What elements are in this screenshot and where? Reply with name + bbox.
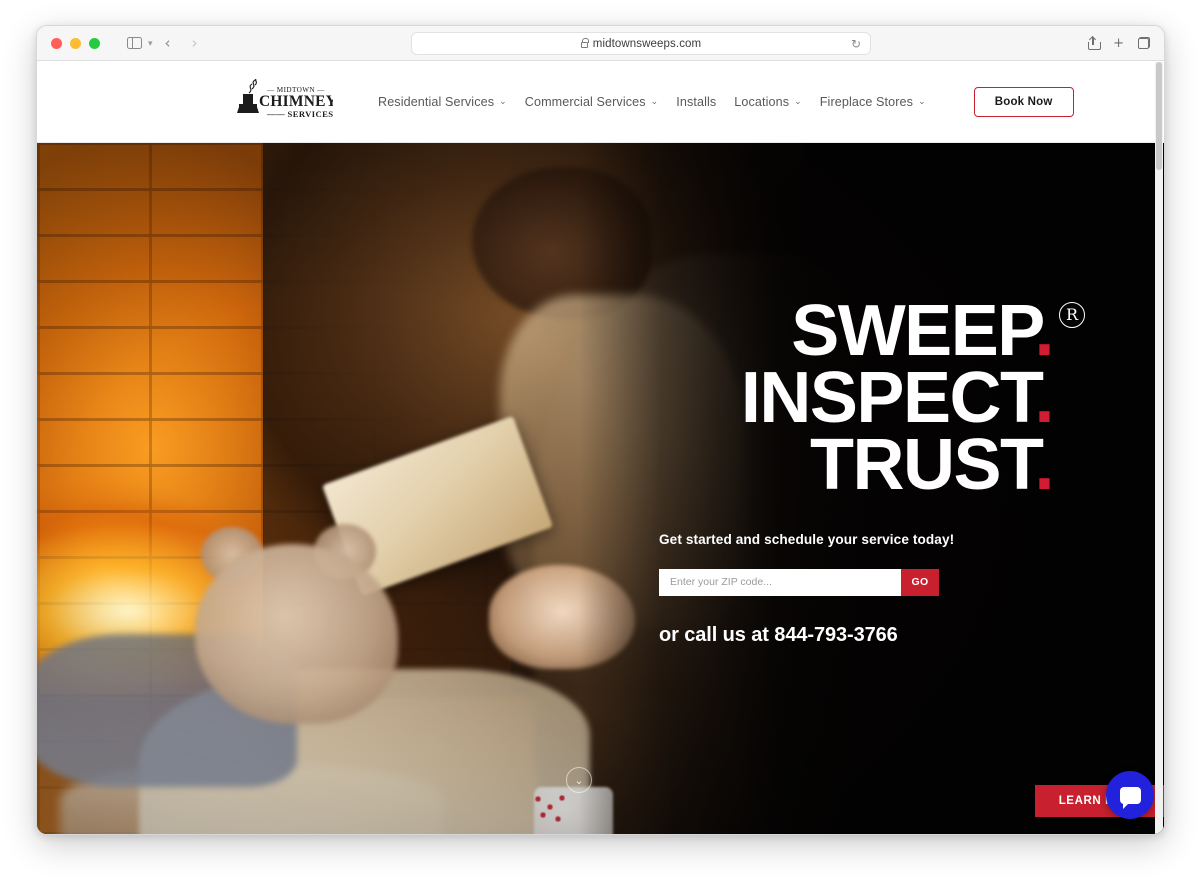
chevron-down-icon: ⌄: [794, 96, 802, 106]
chevron-down-icon: ⌄: [918, 96, 926, 106]
toolbar-left-controls: ▾ ‹ ›: [122, 32, 207, 54]
headline-word: TRUST: [809, 424, 1036, 505]
hero-headline: SWEEP. INSPECT. TRUST. R: [659, 295, 1089, 501]
nav-item-residential-services[interactable]: Residential Services ⌄: [378, 95, 507, 109]
url-text: midtownsweeps.com: [592, 37, 702, 50]
hero-phone-text[interactable]: or call us at 844-793-3766: [659, 624, 1089, 647]
hero-content: SWEEP. INSPECT. TRUST. R Get started and…: [659, 295, 1089, 647]
headline-line-2: INSPECT.: [659, 362, 1089, 434]
new-tab-button[interactable]: +: [1113, 36, 1124, 51]
page-scrollbar[interactable]: [1155, 62, 1163, 834]
maximize-window-button[interactable]: [89, 37, 100, 49]
share-arrow-part: [1089, 35, 1097, 43]
site-header: — MIDTOWN — CHIMNEY —— SERVICES —— Resid…: [37, 61, 1164, 143]
nav-item-installs[interactable]: Installs: [676, 95, 716, 109]
share-icon[interactable]: [1088, 35, 1102, 50]
page-viewport: — MIDTOWN — CHIMNEY —— SERVICES —— Resid…: [37, 61, 1164, 834]
nav-label: Locations: [734, 94, 790, 109]
address-bar[interactable]: midtownsweeps.com ↻: [411, 32, 871, 55]
svg-text:CHIMNEY: CHIMNEY: [259, 93, 333, 110]
chevron-down-icon[interactable]: ▾: [148, 38, 153, 49]
chat-widget-button[interactable]: [1106, 771, 1154, 819]
browser-window: ▾ ‹ › midtownsweeps.com ↻ + — MIDTOWN — …: [36, 25, 1165, 835]
hero-section: SWEEP. INSPECT. TRUST. R Get started and…: [37, 143, 1164, 834]
nav-item-commercial-services[interactable]: Commercial Services ⌄: [525, 95, 659, 109]
registered-trademark-icon: R: [1059, 302, 1085, 328]
zip-code-form: GO: [659, 568, 939, 596]
forward-arrow-icon: ›: [191, 33, 198, 52]
nav-label: Commercial Services: [524, 94, 646, 109]
headline-line-3: TRUST.: [659, 429, 1089, 501]
minimize-window-button[interactable]: [70, 37, 81, 49]
nav-item-locations[interactable]: Locations ⌄: [734, 95, 801, 109]
chat-bubble-icon: [1119, 786, 1141, 809]
site-logo[interactable]: — MIDTOWN — CHIMNEY —— SERVICES ——: [237, 78, 333, 125]
book-now-button[interactable]: Book Now: [973, 86, 1074, 117]
nav-label: Fireplace Stores: [819, 94, 914, 109]
headline-line-1: SWEEP.: [659, 295, 1089, 367]
main-navigation: Residential Services ⌄ Commercial Servic…: [378, 86, 1074, 117]
reload-icon[interactable]: ↻: [851, 37, 861, 51]
chevron-down-icon: ⌄: [574, 773, 584, 787]
back-button[interactable]: ‹: [156, 32, 180, 54]
lock-icon: [580, 37, 589, 48]
close-window-button[interactable]: [51, 37, 62, 49]
nav-label: Residential Services: [378, 94, 495, 109]
zip-code-input[interactable]: [659, 568, 901, 596]
window-controls: [51, 37, 100, 49]
nav-label: Installs: [676, 94, 717, 109]
scroll-down-button[interactable]: ⌄: [566, 767, 592, 793]
chevron-down-icon: ⌄: [499, 96, 507, 106]
tab-overview-icon[interactable]: [1138, 37, 1150, 49]
hero-subheading: Get started and schedule your service to…: [659, 531, 955, 547]
zip-submit-button[interactable]: GO: [901, 568, 939, 596]
toolbar-right-controls: +: [1088, 35, 1150, 51]
nav-item-fireplace-stores[interactable]: Fireplace Stores ⌄: [820, 95, 926, 109]
sidebar-toggle-icon: [126, 36, 142, 50]
browser-toolbar: ▾ ‹ › midtownsweeps.com ↻ +: [37, 26, 1164, 61]
headline-dot: .: [1034, 424, 1054, 505]
back-arrow-icon: ‹: [164, 33, 171, 52]
forward-button[interactable]: ›: [183, 32, 207, 54]
svg-text:—— SERVICES ——: —— SERVICES ——: [266, 109, 333, 119]
chimney-logo-icon: — MIDTOWN — CHIMNEY —— SERVICES ——: [237, 78, 333, 119]
sidebar-toggle-button[interactable]: [122, 32, 146, 54]
scrollbar-thumb[interactable]: [1156, 62, 1162, 170]
chevron-down-icon: ⌄: [650, 96, 659, 106]
